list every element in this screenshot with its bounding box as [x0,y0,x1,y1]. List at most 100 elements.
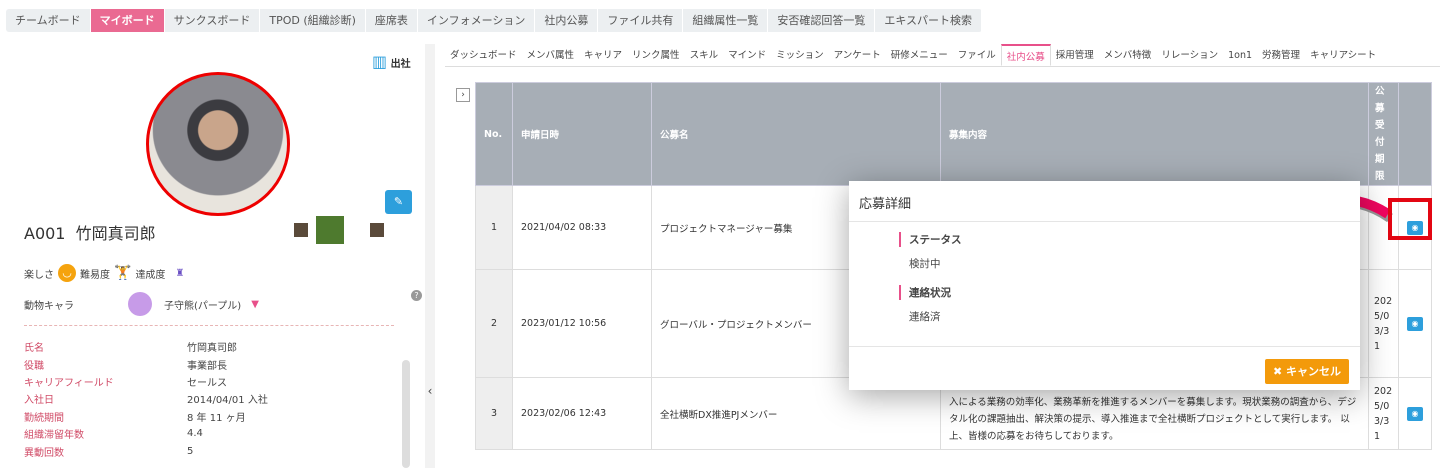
building-icon: ▥ [372,52,388,71]
top-nav-item[interactable]: ファイル共有 [598,9,684,32]
row-no: 2 [475,269,513,378]
chevron-left-icon: ‹ [427,384,433,398]
help-icon[interactable]: ? [411,290,422,301]
info-key: 組織滞留年数 [24,430,84,442]
modal-title: 応募詳細 [849,181,1360,222]
highlight-box [1388,198,1432,240]
thumbnail[interactable] [316,216,344,244]
collapse-panel-button[interactable]: ‹ [425,44,435,468]
info-row: キャリアフィールド セールス [24,373,268,390]
info-key: 異動回数 [24,447,64,459]
photo-thumbnails [294,216,384,244]
top-nav-item[interactable]: 座席表 [366,9,418,32]
contact-label: 連絡状況 [899,285,1360,300]
sub-tab[interactable]: 採用管理 [1051,44,1099,66]
sub-tab[interactable]: ダッシュボード [445,44,522,66]
view-button[interactable]: ◉ [1407,316,1423,331]
profile-info: 氏名 竹岡真司郎役職 事業部長キャリアフィールド セールス入社日 2014/04/01 … [24,338,268,460]
info-value: 8 年 11 ヶ月 [187,412,246,424]
sub-tab[interactable]: リンク属性 [627,44,685,66]
info-row: 氏名 竹岡真司郎 [24,338,268,355]
sub-tabs: ダッシュボード メンバ属性 キャリア リンク属性 スキル マインド ミッション アンケート 研修… [445,44,1440,67]
col-title: 公募名 [651,82,941,186]
top-nav: チームボード マイボード サンクスボード TPOD (組織診断) 座席表 インフォメーショ… [6,9,983,32]
info-value: 5 [187,445,194,457]
sub-tab[interactable]: キャリア [579,44,627,66]
sub-tab[interactable]: アンケート [829,44,886,66]
sub-tab[interactable]: メンバ特徴 [1099,44,1157,66]
koala-icon [128,292,152,316]
scrollbar[interactable] [402,360,410,468]
sub-tab[interactable]: リレーション [1156,44,1223,66]
sub-tab[interactable]: メンバ属性 [522,44,580,66]
fun-label: 楽しさ [24,269,54,281]
top-nav-item[interactable]: TPOD (組織診断) [260,9,366,32]
row-date: 2023/01/12 10:56 [512,269,652,378]
info-row: 組織滞留年数 4.4 [24,425,268,442]
employee-name: A001 竹岡真司郎 [24,224,156,243]
top-nav-item[interactable]: 安否確認回答一覧 [768,9,876,32]
top-nav-item[interactable]: サンクスボード [165,9,261,32]
top-nav-item[interactable]: エキスパート検索 [875,9,983,32]
status-value: 検討中 [909,258,941,270]
top-nav-item[interactable]: 組織属性一覧 [683,9,769,32]
profile-avatar [146,72,290,216]
trophy-icon: ♜ [175,267,185,279]
col-date: 申請日時 [512,82,652,186]
sub-tab[interactable]: マインド [723,44,771,66]
top-nav-item[interactable]: 社内公募 [535,9,599,32]
col-content: 募集内容 [940,82,1369,186]
edit-button[interactable]: ✎ [385,190,412,214]
expand-button[interactable]: › [456,88,470,102]
thumbnail[interactable] [370,223,384,237]
eye-icon: ◉ [1411,318,1419,328]
caret-down-icon[interactable]: ▼ [251,299,259,310]
chevron-right-icon: › [461,90,465,100]
col-action [1398,82,1432,186]
attendance-status: ▥ 出社 [372,52,411,71]
info-key: 氏名 [24,343,44,355]
view-button[interactable]: ◉ [1407,406,1423,421]
status-label: ステータス [899,232,1360,247]
profile-panel: ▥ 出社 ✎ A001 竹岡真司郎 楽しさ ◡ 難易度 🏋 達成度 ♜ 動物キャラ 子… [0,44,425,468]
contact-value: 連絡済 [909,311,941,323]
row-deadline: 2025/03/31 [1368,269,1399,378]
divider [24,325,394,326]
info-value: 4.4 [187,428,203,440]
sub-tab[interactable]: 労務管理 [1257,44,1305,66]
sub-tab[interactable]: ミッション [771,44,829,66]
smile-icon: ◡ [58,264,76,282]
top-nav-item[interactable]: チームボード [6,9,91,32]
weightlifter-icon: 🏋 [114,265,132,281]
sub-tab[interactable]: 社内公募 [1000,44,1051,66]
info-key: 勤続期間 [24,412,64,424]
mood-indicators: 楽しさ ◡ 難易度 🏋 達成度 ♜ [24,264,184,282]
info-value: セールス [187,377,227,389]
sub-tab[interactable]: ファイル [953,44,1001,66]
animal-character: 動物キャラ 子守熊(パープル) ▼ [24,292,259,316]
info-value: 事業部長 [187,360,227,372]
info-row: 勤続期間 8 年 11 ヶ月 [24,408,268,425]
info-row: 入社日 2014/04/01 入社 [24,390,268,407]
sub-tab[interactable]: キャリアシート [1305,44,1381,66]
sub-tab[interactable]: スキル [685,44,724,66]
sub-tab[interactable]: 研修メニュー [886,44,953,66]
row-deadline: 2025/03/31 [1368,377,1399,450]
info-row: 役職 事業部長 [24,355,268,372]
sub-tab[interactable]: 1on1 [1223,44,1257,66]
thumbnail[interactable] [294,223,308,237]
pencil-icon: ✎ [393,195,404,208]
row-date: 2023/02/06 12:43 [512,377,652,450]
info-value: 2014/04/01 入社 [187,395,268,407]
eye-icon: ◉ [1411,408,1419,418]
cancel-button[interactable]: ✖ キャンセル [1264,359,1349,384]
info-key: キャリアフィールド [24,377,114,389]
row-date: 2021/04/02 08:33 [512,185,652,270]
info-key: 役職 [24,360,44,372]
animal-label: 動物キャラ [24,300,74,312]
top-nav-item[interactable]: マイボード [90,9,165,32]
achievement-label: 達成度 [135,269,166,281]
row-action: ◉ [1398,269,1432,378]
info-key: 入社日 [24,395,54,407]
top-nav-item[interactable]: インフォメーション [418,9,536,32]
